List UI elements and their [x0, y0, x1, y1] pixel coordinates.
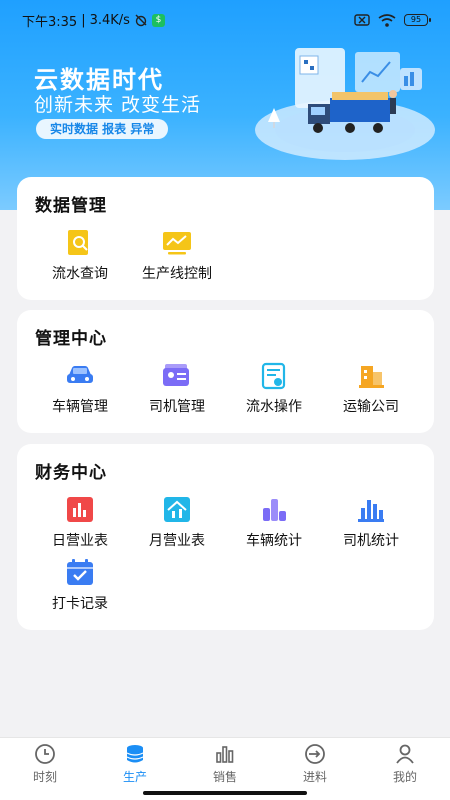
section-title: 财务中心	[35, 463, 107, 483]
data-management-card: 数据管理 流水查询 生产线控制	[17, 177, 434, 300]
grid-label: 生产线控制	[142, 266, 212, 282]
home-indicator[interactable]	[143, 791, 307, 795]
tab-label: 生产	[122, 770, 147, 784]
section-title: 管理中心	[35, 329, 107, 349]
battery-icon: 95	[404, 14, 431, 26]
hero-subtitle: 创新未来 改变生活	[34, 94, 202, 116]
grid-item-driver-mgmt[interactable]: 司机管理	[127, 362, 227, 416]
bar-chart-red-icon	[67, 497, 93, 522]
grid-item-checkin-record[interactable]: 打卡记录	[30, 559, 130, 613]
grid-item-line-control[interactable]: 生产线控制	[127, 229, 227, 283]
truck-illustration	[255, 48, 435, 160]
blocks-chart-icon	[263, 499, 286, 521]
wifi-icon	[378, 13, 396, 27]
grid-label: 司机管理	[149, 399, 205, 415]
tab-label: 销售	[212, 770, 237, 784]
line-monitor-icon	[163, 232, 191, 255]
status-time: 下午3:35	[22, 14, 78, 30]
grid-label: 打卡记录	[52, 596, 108, 612]
bar-icon	[216, 746, 234, 763]
mute-alarm-icon	[134, 13, 148, 27]
calendar-check-icon	[67, 559, 93, 585]
car-icon	[67, 366, 93, 383]
status-bar: 下午3:35 | 3.4K/s $ 95	[0, 0, 450, 40]
hero-tag: 实时数据 报表 异常	[36, 119, 169, 139]
bar-chart-blue-icon	[358, 500, 384, 522]
grid-label: 运输公司	[343, 399, 399, 415]
grid-label: 车辆统计	[246, 533, 302, 549]
flow-doc-icon	[261, 362, 286, 390]
sim-off-icon	[354, 14, 370, 26]
grid-label: 流水查询	[52, 266, 108, 282]
grid-item-vehicle-stats[interactable]: 车辆统计	[224, 496, 324, 550]
grid-label: 流水操作	[246, 399, 302, 415]
tab-label: 进料	[302, 770, 327, 784]
building-icon	[359, 366, 384, 388]
tab-mine[interactable]: 我的	[360, 738, 450, 800]
management-center-card: 管理中心 车辆管理 司机管理 流水操作 运输公司	[17, 310, 434, 433]
section-title: 数据管理	[35, 196, 107, 216]
id-card-icon	[163, 364, 189, 386]
clock-icon	[35, 744, 55, 764]
import-icon	[305, 744, 325, 764]
tab-label: 时刻	[32, 770, 57, 784]
grid-label: 车辆管理	[52, 399, 108, 415]
grid-item-driver-stats[interactable]: 司机统计	[321, 496, 421, 550]
grid-label: 司机统计	[343, 533, 399, 549]
user-icon	[396, 744, 414, 764]
grid-label: 月营业表	[149, 533, 205, 549]
grid-label: 日营业表	[52, 533, 108, 549]
grid-item-flow-query[interactable]: 流水查询	[30, 229, 130, 283]
app-notification-icon: $	[151, 13, 165, 27]
tab-label: 我的	[392, 770, 417, 784]
house-chart-icon	[164, 497, 190, 522]
search-doc-icon	[68, 230, 88, 255]
grid-item-vehicle-mgmt[interactable]: 车辆管理	[30, 362, 130, 416]
finance-center-card: 财务中心 日营业表 月营业表 车辆统计 司机统计 打卡记录	[17, 444, 434, 630]
grid-item-transport-company[interactable]: 运输公司	[321, 362, 421, 416]
network-speed: 3.4K/s	[89, 12, 130, 28]
grid-item-daily-report[interactable]: 日营业表	[30, 496, 130, 550]
grid-item-monthly-report[interactable]: 月营业表	[127, 496, 227, 550]
database-icon	[126, 745, 144, 763]
grid-item-flow-operation[interactable]: 流水操作	[224, 362, 324, 416]
tab-moment[interactable]: 时刻	[0, 738, 90, 800]
